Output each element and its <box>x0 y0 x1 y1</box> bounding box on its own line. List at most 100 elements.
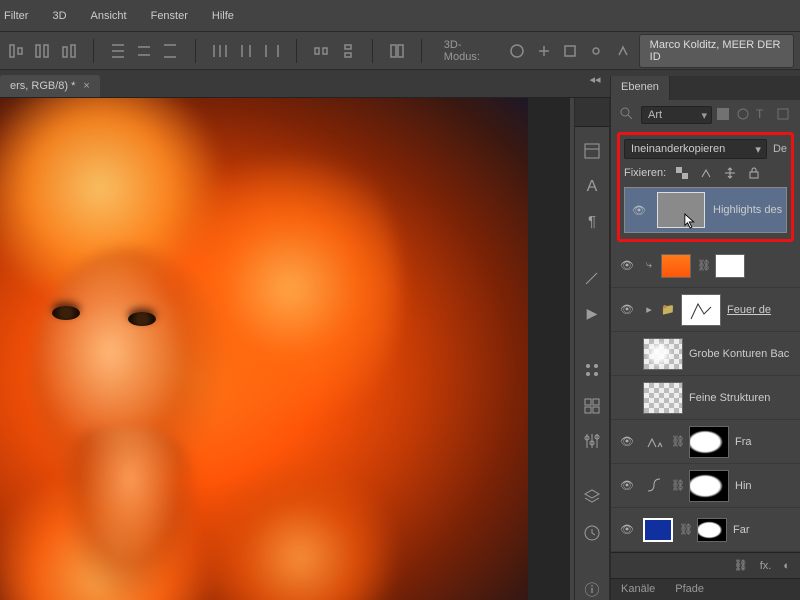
fx-icon[interactable]: fx. <box>760 560 772 572</box>
link-icon[interactable]: ⛓ <box>671 479 683 492</box>
lock-transparency-icon[interactable] <box>674 165 690 181</box>
user-button[interactable]: Marco Kolditz, MEER DER ID <box>639 34 794 68</box>
layer-row[interactable]: Feine Strukturen <box>611 376 800 420</box>
letter-a-icon[interactable]: A <box>581 176 603 197</box>
tab-pfade[interactable]: Pfade <box>665 579 714 600</box>
tutorial-highlight: Ineinanderkopieren De Fixieren: 👁 Highli… <box>617 132 794 242</box>
menu-window[interactable]: Fenster <box>151 10 188 22</box>
search-icon[interactable] <box>619 106 637 124</box>
properties-icon[interactable] <box>581 141 603 162</box>
link-layers-icon[interactable]: ⛓ <box>734 559 748 572</box>
adjustments-icon[interactable] <box>581 430 603 451</box>
layer-name[interactable]: Feuer de <box>727 304 794 316</box>
distribute-icon-2[interactable] <box>134 40 154 62</box>
mask-thumbnail[interactable] <box>689 470 729 502</box>
distribute-icon-1[interactable] <box>108 40 128 62</box>
menu-help[interactable]: Hilfe <box>212 10 234 22</box>
disclosure-icon[interactable]: ▸ <box>643 303 655 316</box>
filter-adjust-icon[interactable] <box>736 107 752 123</box>
play-icon[interactable]: ▶ <box>581 303 603 324</box>
layer-thumbnail[interactable] <box>643 518 673 542</box>
layer-name[interactable]: Fra <box>735 436 794 448</box>
visibility-icon[interactable]: 👁 <box>617 259 637 272</box>
layer-name[interactable]: Grobe Konturen Bac <box>689 348 794 360</box>
visibility-icon[interactable]: 👁 <box>617 479 637 492</box>
options-toolbar: 3D-Modus: Marco Kolditz, MEER DER ID <box>0 32 800 70</box>
layer-row[interactable]: 👁 ⤷ ⛓ <box>611 244 800 288</box>
mask-thumbnail[interactable] <box>689 426 729 458</box>
distribute-icon-5[interactable] <box>236 40 256 62</box>
layer-row[interactable]: 👁 ⛓ Far <box>611 508 800 552</box>
mask-thumbnail[interactable] <box>715 254 745 278</box>
visibility-icon[interactable]: 👁 <box>617 435 637 448</box>
filter-shape-icon[interactable] <box>776 107 792 123</box>
visibility-icon[interactable]: 👁 <box>617 523 637 536</box>
layer-row[interactable]: 👁 ▸ 📁 Feuer de <box>611 288 800 332</box>
layer-row[interactable]: Grobe Konturen Bac <box>611 332 800 376</box>
layer-name[interactable]: Highlights des Fue <box>713 204 782 216</box>
3d-mode-icon-2[interactable] <box>534 40 554 62</box>
align-icon-1[interactable] <box>6 40 26 62</box>
distribute-icon-4[interactable] <box>209 40 229 62</box>
layer-name[interactable]: Hin <box>735 480 794 492</box>
mask-icon[interactable]: ◐ <box>783 560 790 572</box>
folder-icon[interactable]: 📁 <box>661 303 675 316</box>
brush-panel-icon[interactable] <box>581 268 603 289</box>
menu-view[interactable]: Ansicht <box>91 10 127 22</box>
3d-mode-icon-3[interactable] <box>560 40 580 62</box>
visibility-icon[interactable]: 👁 <box>629 204 649 217</box>
lock-all-icon[interactable] <box>746 165 762 181</box>
3d-mode-icon-1[interactable] <box>507 40 527 62</box>
paragraph-icon[interactable]: ¶ <box>581 211 603 232</box>
separator <box>372 39 373 63</box>
layer-name[interactable]: Feine Strukturen <box>689 392 794 404</box>
visibility-icon[interactable]: 👁 <box>617 303 637 316</box>
layer-name[interactable]: Far <box>733 524 794 536</box>
filter-type-icon[interactable]: T <box>756 107 772 123</box>
menubar: Filter 3D Ansicht Fenster Hilfe <box>0 0 800 32</box>
separator <box>296 39 297 63</box>
3d-mode-icon-5[interactable] <box>612 40 632 62</box>
layer-thumbnail[interactable] <box>661 254 691 278</box>
layer-thumbnail[interactable] <box>643 338 683 370</box>
selected-layer[interactable]: 👁 Highlights des Fue <box>624 187 787 233</box>
layer-row[interactable]: 👁 ⛓ Hin <box>611 464 800 508</box>
auto-align-icon[interactable] <box>387 40 407 62</box>
layer-thumbnail[interactable] <box>657 192 705 228</box>
layers-stack-icon[interactable] <box>581 487 603 508</box>
filter-pixel-icon[interactable] <box>716 107 732 123</box>
menu-filter[interactable]: Filter <box>4 10 28 22</box>
menu-3d[interactable]: 3D <box>52 10 66 22</box>
tab-ebenen[interactable]: Ebenen <box>611 76 670 100</box>
distribute-icon-3[interactable] <box>160 40 180 62</box>
document-tab[interactable]: ers, RGB/8) * × <box>0 75 100 97</box>
history-icon[interactable] <box>581 522 603 543</box>
layer-row[interactable]: 👁 ⛓ Fra <box>611 420 800 464</box>
blend-mode-dropdown[interactable]: Ineinanderkopieren <box>624 139 767 159</box>
lock-image-icon[interactable] <box>698 165 714 181</box>
link-icon[interactable]: ⛓ <box>679 523 691 536</box>
layer-thumbnail[interactable] <box>643 382 683 414</box>
filter-kind-dropdown[interactable]: Art <box>641 106 712 124</box>
info-icon[interactable]: ⓘ <box>581 579 603 600</box>
spacing-icon-1[interactable] <box>311 40 331 62</box>
canvas-image[interactable] <box>0 98 528 600</box>
separator <box>421 39 422 63</box>
curves-adjustment-icon <box>643 475 665 497</box>
link-icon[interactable]: ⛓ <box>671 435 683 448</box>
link-icon[interactable]: ⛓ <box>697 259 709 272</box>
layer-list: 👁 ⤷ ⛓ 👁 ▸ 📁 Feuer de Grobe Konturen Bac … <box>611 244 800 578</box>
spacing-icon-2[interactable] <box>337 40 357 62</box>
3d-mode-icon-4[interactable] <box>586 40 606 62</box>
swatches-icon[interactable] <box>581 360 603 381</box>
mask-thumbnail[interactable] <box>697 518 727 542</box>
tab-kanale[interactable]: Kanäle <box>611 579 665 600</box>
styles-icon[interactable] <box>581 395 603 416</box>
close-tab-icon[interactable]: × <box>83 80 89 92</box>
align-icon-2[interactable] <box>32 40 52 62</box>
align-icon-3[interactable] <box>59 40 79 62</box>
collapse-panels-icon[interactable]: ◂◂ <box>588 72 602 86</box>
layer-thumbnail[interactable] <box>681 294 721 326</box>
distribute-icon-6[interactable] <box>262 40 282 62</box>
lock-position-icon[interactable] <box>722 165 738 181</box>
